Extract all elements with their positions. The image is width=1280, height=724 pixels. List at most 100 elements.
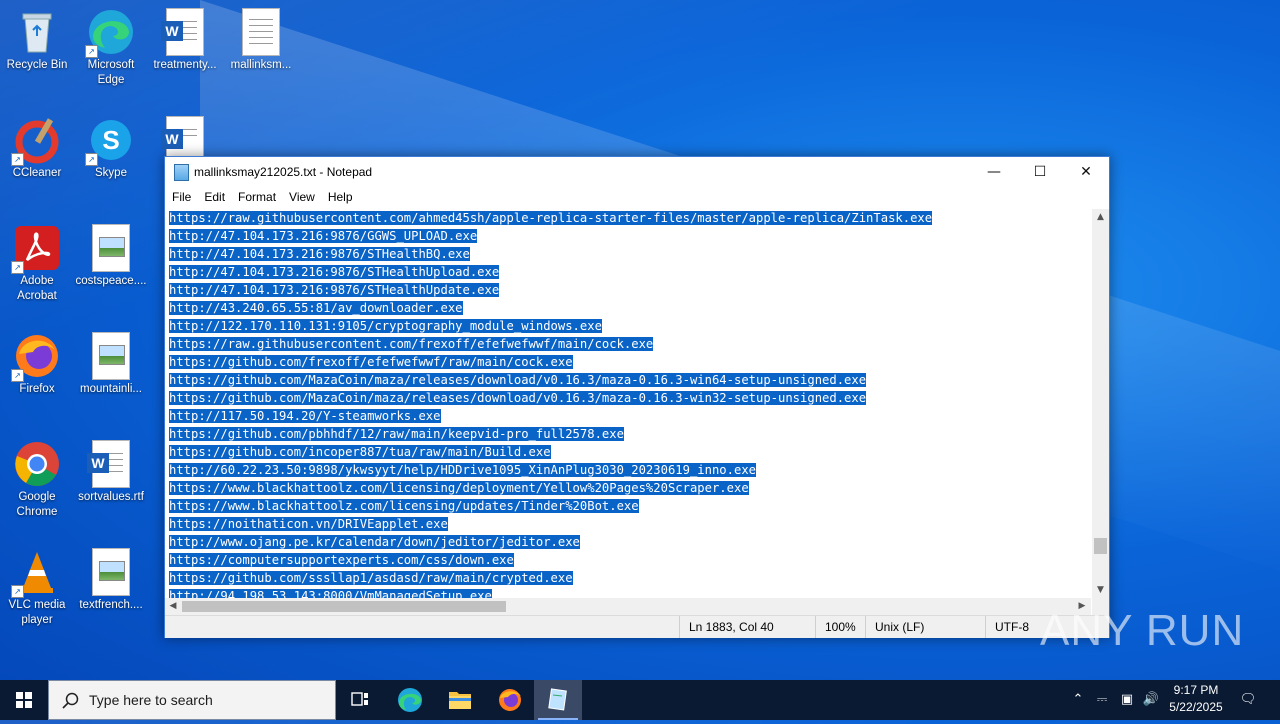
zoom-level: 100% [815,616,856,638]
desktop-icon-sortvalues[interactable]: W sortvalues.rtf [74,440,148,505]
task-view-button[interactable] [336,680,384,720]
selected-text: http://47.104.173.216:9876/STHealthBQ.ex… [169,247,470,261]
show-hidden-icons-chevron-icon[interactable]: ⌃ [1068,680,1088,720]
chrome-icon [13,440,61,488]
text-line[interactable]: http://117.50.194.20/Y-steamworks.exe [165,407,1091,425]
text-line[interactable]: http://47.104.173.216:9876/STHealthUploa… [165,263,1091,281]
notepad-window[interactable]: mallinksmay212025.txt - Notepad — ☐ ✕ Fi… [164,156,1110,638]
text-line[interactable]: http://94.198.53.143:8000/VmManagedSetup… [165,587,1091,598]
maximize-button[interactable]: ☐ [1017,157,1063,187]
vertical-scrollbar[interactable]: ▲ ▼ [1092,209,1109,598]
desktop-icon-acrobat[interactable]: ↗ Adobe Acrobat [0,224,74,304]
text-line[interactable]: https://www.blackhattoolz.com/licensing/… [165,479,1091,497]
desktop-icon-firefox[interactable]: ↗ Firefox [0,332,74,397]
skype-icon: S ↗ [85,116,135,166]
text-line[interactable]: http://43.240.65.55:81/av_downloader.exe [165,299,1091,317]
selected-text: http://47.104.173.216:9876/STHealthUploa… [169,265,500,279]
taskbar: Type here to search ⌃ ⎓ ▣ 🔊 9:17 PM 5/22… [0,680,1280,720]
notepad-icon [174,164,189,181]
vlc-icon: ↗ [11,548,61,598]
desktop-icon-label: Microsoft Edge [87,59,135,86]
encoding: UTF-8 [985,616,1029,638]
desktop-icon-costspeace[interactable]: costspeace.... [74,224,148,289]
text-line[interactable]: https://raw.githubusercontent.com/frexof… [165,335,1091,353]
image-file-icon [87,548,135,596]
minimize-button[interactable]: — [971,157,1017,187]
recycle-bin-icon [13,8,61,56]
start-button[interactable] [0,680,48,720]
desktop-icon-treatmenty[interactable]: W treatmenty... [148,8,222,73]
text-line[interactable]: https://computersupportexperts.com/css/d… [165,551,1091,569]
text-line[interactable]: https://github.com/pbhhdf/12/raw/main/ke… [165,425,1091,443]
selected-text: https://raw.githubusercontent.com/frexof… [169,337,654,351]
desktop-icon-textfrench[interactable]: textfrench.... [74,548,148,613]
taskbar-file-explorer[interactable] [436,680,484,720]
text-line[interactable]: http://60.22.23.50:9898/ykwsyyt/help/HDD… [165,461,1091,479]
close-button[interactable]: ✕ [1063,157,1109,187]
taskbar-notepad[interactable] [534,680,582,720]
selected-text: http://117.50.194.20/Y-steamworks.exe [169,409,441,423]
text-line[interactable]: http://47.104.173.216:9876/STHealthBQ.ex… [165,245,1091,263]
menu-format[interactable]: Format [231,187,282,204]
desktop-icon-ccleaner[interactable]: ↗ CCleaner [0,116,74,181]
text-line[interactable]: http://47.104.173.216:9876/GGWS_UPLOAD.e… [165,227,1091,245]
desktop-icon-label: mountainli... [79,383,142,395]
text-line[interactable]: http://www.ojang.pe.kr/calendar/down/jed… [165,533,1091,551]
desktop-icon-label: Firefox [19,383,55,395]
menu-view[interactable]: View [282,187,321,204]
menu-edit[interactable]: Edit [197,187,231,204]
desktop-icon-recycle-bin[interactable]: Recycle Bin [0,8,74,73]
scroll-left-arrow-icon[interactable]: ◀ [165,598,181,615]
taskbar-clock[interactable]: 9:17 PM 5/22/2025 [1164,682,1228,716]
desktop-icon-skype[interactable]: S ↗ Skype [74,116,148,181]
text-line[interactable]: https://www.blackhattoolz.com/licensing/… [165,497,1091,515]
desktop-icon-mountainli[interactable]: mountainli... [74,332,148,397]
text-line[interactable]: https://noithaticon.vn/DRIVEapplet.exe [165,515,1091,533]
selected-text: https://computersupportexperts.com/css/d… [169,553,514,567]
horizontal-scroll-thumb[interactable] [182,601,506,612]
scroll-up-arrow-icon[interactable]: ▲ [1092,209,1109,225]
text-line[interactable]: https://github.com/MazaCoin/maza/release… [165,389,1091,407]
desktop-icon-mallinks[interactable]: mallinksm... [224,8,298,73]
volume-icon[interactable]: 🔊 [1140,680,1162,720]
text-line[interactable]: https://github.com/incoper887/tua/raw/ma… [165,443,1091,461]
desktop-icon-label: textfrench.... [79,599,143,611]
desktop-icon-chrome[interactable]: Google Chrome [0,440,74,520]
text-line[interactable]: https://raw.githubusercontent.com/ahmed4… [165,209,1091,227]
selected-text: http://www.ojang.pe.kr/calendar/down/jed… [169,535,580,549]
menu-file[interactable]: File [165,187,197,204]
text-line[interactable]: http://47.104.173.216:9876/STHealthUpdat… [165,281,1091,299]
desktop-icon-vlc[interactable]: ↗ VLC media player [0,548,74,628]
desktop-icon-label: VLC media player [8,599,66,626]
taskbar-edge[interactable] [386,680,434,720]
text-file-icon [237,8,285,56]
network-icon[interactable]: ⎓ [1090,680,1114,720]
selected-text: https://github.com/incoper887/tua/raw/ma… [169,445,551,459]
menu-help[interactable]: Help [321,187,359,204]
selected-text: http://43.240.65.55:81/av_downloader.exe [169,301,463,315]
text-editor[interactable]: https://raw.githubusercontent.com/ahmed4… [165,209,1091,598]
line-ending: Unix (LF) [865,616,924,638]
desktop-icon-edge[interactable]: ↗ Microsoft Edge [74,8,148,88]
search-icon [62,692,79,709]
clock-time: 9:17 PM [1173,683,1219,697]
scroll-down-arrow-icon[interactable]: ▼ [1092,582,1109,598]
desktop-icon-label: costspeace.... [75,275,147,287]
text-line[interactable]: https://github.com/sssllap1/asdasd/raw/m… [165,569,1091,587]
text-line[interactable]: https://github.com/MazaCoin/maza/release… [165,371,1091,389]
notifications-icon[interactable]: 🗨 [1234,680,1262,720]
taskbar-search-box[interactable]: Type here to search [48,680,336,720]
folder-icon [449,692,471,709]
menu-bar: File Edit Format View Help [165,187,1109,209]
horizontal-scrollbar[interactable]: ◀ ▶ [165,598,1091,615]
selected-text: https://github.com/frexoff/efefwefwwf/ra… [169,355,573,369]
text-line[interactable]: http://122.170.110.131:9105/cryptography… [165,317,1091,335]
edge-icon: ↗ [85,8,135,58]
text-line[interactable]: https://github.com/frexoff/efefwefwwf/ra… [165,353,1091,371]
taskbar-firefox[interactable] [486,680,534,720]
ethernet-icon[interactable]: ▣ [1116,680,1138,720]
vertical-scroll-thumb[interactable] [1094,538,1107,554]
title-bar[interactable]: mallinksmay212025.txt - Notepad — ☐ ✕ [165,157,1109,187]
selected-text: http://47.104.173.216:9876/GGWS_UPLOAD.e… [169,229,478,243]
selected-text: https://github.com/MazaCoin/maza/release… [169,391,867,405]
